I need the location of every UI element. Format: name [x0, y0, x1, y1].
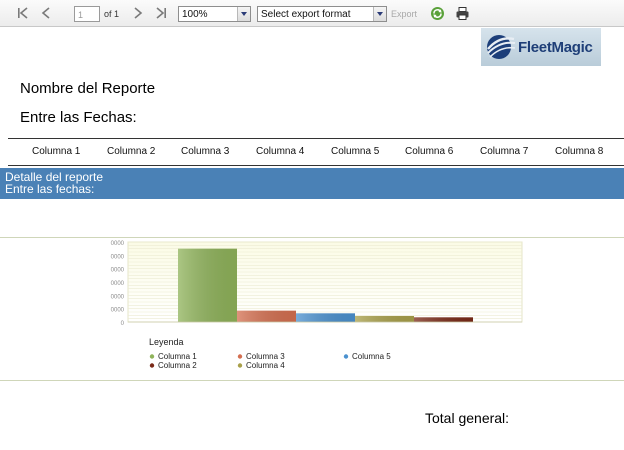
column-header: Columna 1: [32, 146, 81, 157]
header-top-divider: [8, 138, 624, 139]
column-header: Columna 3: [181, 146, 230, 157]
chart-bottom-divider: [0, 380, 624, 381]
bar-shading: [296, 313, 355, 322]
refresh-icon[interactable]: [429, 5, 445, 21]
header-bottom-divider: [8, 165, 624, 166]
last-page-icon[interactable]: [153, 5, 169, 21]
legend-label: Columna 2: [158, 361, 197, 370]
export-link[interactable]: Export: [391, 9, 417, 19]
y-tick-label: 0000: [111, 281, 125, 287]
page-number-input[interactable]: [74, 6, 100, 22]
bar-shading: [237, 310, 296, 322]
zoom-value: 100%: [182, 9, 208, 20]
detail-dates-label: Entre las fechas:: [5, 182, 95, 196]
legend-label: Columna 1: [158, 352, 197, 361]
y-tick-label: 0: [121, 321, 125, 327]
bar-shading: [414, 317, 473, 322]
y-tick-label: 0000: [111, 308, 125, 314]
legend-marker: [149, 354, 155, 359]
page-count-label: of 1: [104, 9, 120, 19]
legend-title: Leyenda: [149, 337, 184, 347]
column-header: Columna 2: [107, 146, 156, 157]
y-tick-label: 0000: [111, 254, 125, 260]
logo-text: FleetMagic: [518, 39, 593, 56]
report-title: Nombre del Reporte: [20, 80, 156, 97]
report-toolbar: of 1 100% Select export format Export: [0, 0, 624, 27]
legend-marker: [343, 354, 349, 359]
y-tick-label: 0000: [111, 294, 125, 300]
bar-chart: 0000 0000 0000 0000 0000 0000 0 Leyenda Columna …: [104, 238, 524, 372]
first-page-icon[interactable]: [15, 5, 31, 21]
legend-marker: [237, 363, 243, 368]
print-icon[interactable]: [454, 5, 470, 21]
column-header: Columna 6: [405, 146, 454, 157]
report-dates-label: Entre las Fechas:: [20, 109, 137, 126]
legend-label: Columna 4: [246, 361, 285, 370]
column-header: Columna 5: [331, 146, 380, 157]
column-header: Columna 7: [480, 146, 529, 157]
column-header: Columna 4: [256, 146, 305, 157]
detail-section-header: Detalle del reporte Entre las fechas:: [0, 168, 624, 199]
fleetmagic-logo: FleetMagic: [481, 28, 601, 66]
zoom-select[interactable]: 100%: [178, 6, 251, 22]
column-header: Columna 8: [555, 146, 604, 157]
bar-shading: [178, 248, 237, 322]
legend-label: Columna 5: [352, 352, 391, 361]
export-format-select[interactable]: Select export format: [257, 6, 387, 22]
export-format-value: Select export format: [261, 9, 351, 20]
y-tick-label: 0000: [111, 268, 125, 274]
chevron-down-icon: [237, 7, 250, 21]
next-page-icon[interactable]: [130, 5, 146, 21]
chart-canvas: 0000000000000000000000000LeyendaColumna …: [111, 241, 523, 370]
legend-marker: [237, 354, 243, 359]
y-tick-label: 0000: [111, 241, 125, 247]
chevron-down-icon: [373, 7, 386, 21]
globe-icon: [487, 35, 516, 59]
grand-total-label: Total general:: [425, 410, 510, 426]
legend-marker: [149, 363, 155, 368]
bar-shading: [355, 316, 414, 322]
legend-label: Columna 3: [246, 352, 285, 361]
previous-page-icon[interactable]: [38, 5, 54, 21]
